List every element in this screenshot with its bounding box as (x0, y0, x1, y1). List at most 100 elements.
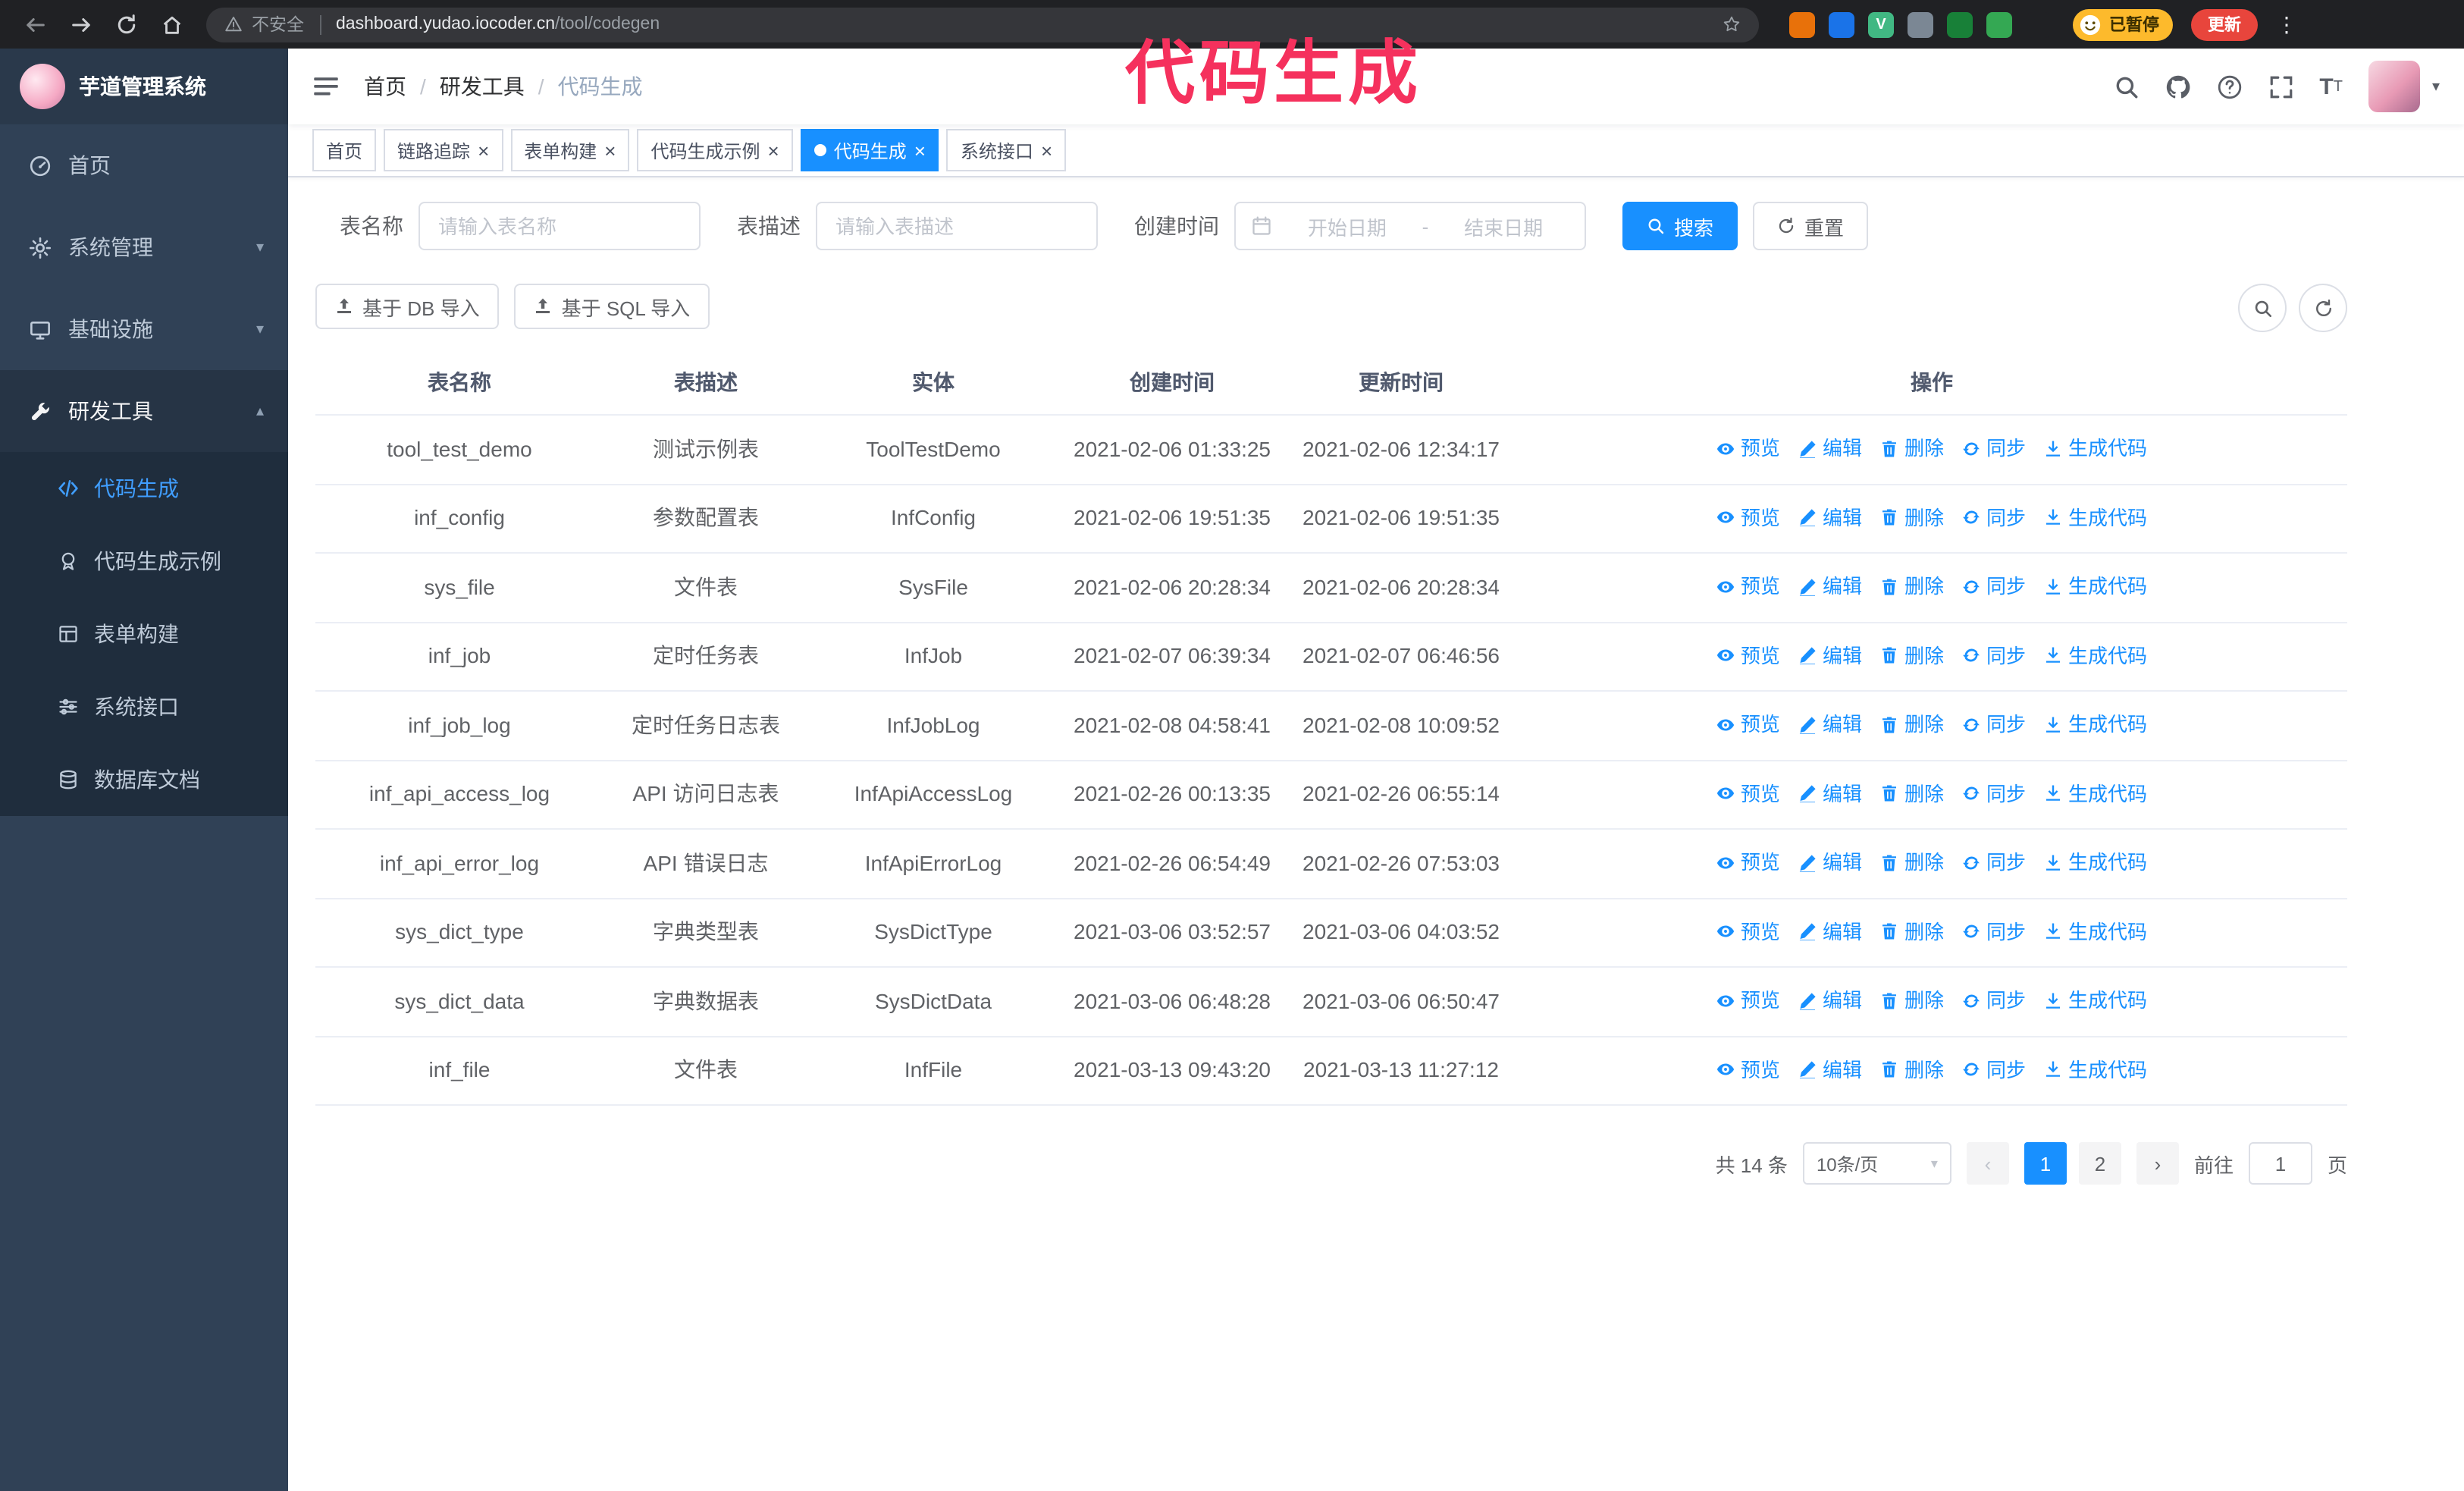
user-avatar[interactable] (2368, 61, 2420, 112)
action-generate-code[interactable]: 生成代码 (2044, 845, 2147, 880)
extension-people[interactable] (1908, 11, 1933, 37)
bookmark-star-icon[interactable] (1723, 15, 1741, 33)
extension-vue[interactable]: V (1868, 11, 1894, 37)
update-button[interactable]: 更新 (2191, 8, 2258, 40)
search-button[interactable]: 搜索 (1622, 202, 1738, 250)
action-delete[interactable]: 删除 (1880, 638, 1944, 673)
page-button-2[interactable]: 2 (2078, 1142, 2121, 1185)
prev-page-button[interactable]: ‹ (1966, 1142, 2009, 1185)
action-sync[interactable]: 同步 (1962, 500, 2026, 535)
extension-orange[interactable] (1789, 11, 1815, 37)
font-size-icon[interactable]: TT (2319, 74, 2343, 99)
action-preview[interactable]: 预览 (1716, 569, 1780, 604)
sidebar-subitem-3[interactable]: 系统接口 (0, 670, 288, 743)
action-delete[interactable]: 删除 (1880, 983, 1944, 1018)
table-desc-input[interactable] (816, 202, 1098, 250)
action-sync[interactable]: 同步 (1962, 707, 2026, 742)
hamburger-icon[interactable] (312, 73, 340, 100)
action-edit[interactable]: 编辑 (1798, 569, 1862, 604)
next-page-button[interactable]: › (2136, 1142, 2179, 1185)
action-preview[interactable]: 预览 (1716, 776, 1780, 811)
action-generate-code[interactable]: 生成代码 (2044, 983, 2147, 1018)
sidebar-subitem-4[interactable]: 数据库文档 (0, 743, 288, 816)
tab-3[interactable]: 代码生成示例 × (637, 129, 793, 171)
action-preview[interactable]: 预览 (1716, 707, 1780, 742)
reload-button[interactable] (106, 5, 146, 44)
sidebar-subitem-1[interactable]: 代码生成示例 (0, 525, 288, 598)
reset-button[interactable]: 重置 (1753, 202, 1869, 250)
action-delete[interactable]: 删除 (1880, 845, 1944, 880)
sidebar-subitem-2[interactable]: 表单构建 (0, 598, 288, 670)
action-delete[interactable]: 删除 (1880, 431, 1944, 466)
search-icon[interactable] (2113, 74, 2139, 99)
sidebar-item-1[interactable]: 系统管理 ▾ (0, 206, 288, 288)
chevron-down-icon[interactable]: ▾ (2432, 78, 2440, 95)
action-generate-code[interactable]: 生成代码 (2044, 500, 2147, 535)
action-delete[interactable]: 删除 (1880, 914, 1944, 949)
extension-leaf[interactable] (1986, 11, 2012, 37)
action-edit[interactable]: 编辑 (1798, 845, 1862, 880)
sidebar-subitem-0[interactable]: 代码生成 (0, 452, 288, 525)
close-icon[interactable]: × (604, 140, 616, 160)
extension-blue[interactable] (1829, 11, 1854, 37)
action-preview[interactable]: 预览 (1716, 1052, 1780, 1087)
action-edit[interactable]: 编辑 (1798, 1052, 1862, 1087)
tab-0[interactable]: 首页 (312, 129, 377, 171)
action-delete[interactable]: 删除 (1880, 569, 1944, 604)
action-sync[interactable]: 同步 (1962, 845, 2026, 880)
action-preview[interactable]: 预览 (1716, 431, 1780, 466)
action-edit[interactable]: 编辑 (1798, 707, 1862, 742)
action-sync[interactable]: 同步 (1962, 776, 2026, 811)
close-icon[interactable]: × (768, 140, 779, 160)
extension-paw[interactable] (2026, 11, 2052, 37)
action-sync[interactable]: 同步 (1962, 983, 2026, 1018)
kebab-menu-icon[interactable]: ⋮ (2276, 11, 2297, 37)
action-edit[interactable]: 编辑 (1798, 638, 1862, 673)
action-delete[interactable]: 删除 (1880, 500, 1944, 535)
action-generate-code[interactable]: 生成代码 (2044, 638, 2147, 673)
action-sync[interactable]: 同步 (1962, 914, 2026, 949)
help-icon[interactable] (2216, 74, 2242, 99)
logo[interactable]: 芋道管理系统 (0, 49, 288, 124)
action-delete[interactable]: 删除 (1880, 776, 1944, 811)
date-range-picker[interactable]: 开始日期 - 结束日期 (1234, 202, 1586, 250)
toggle-search-button[interactable] (2238, 284, 2287, 332)
github-icon[interactable] (2165, 74, 2190, 99)
home-button[interactable] (152, 5, 191, 44)
action-preview[interactable]: 预览 (1716, 500, 1780, 535)
sidebar-item-3[interactable]: 研发工具 ▴ (0, 370, 288, 452)
close-icon[interactable]: × (478, 140, 489, 160)
back-button[interactable] (15, 5, 55, 44)
action-sync[interactable]: 同步 (1962, 638, 2026, 673)
action-sync[interactable]: 同步 (1962, 1052, 2026, 1087)
action-sync[interactable]: 同步 (1962, 569, 2026, 604)
tab-4[interactable]: 代码生成 × (800, 129, 939, 171)
action-generate-code[interactable]: 生成代码 (2044, 431, 2147, 466)
goto-page-input[interactable] (2248, 1142, 2312, 1185)
import-db-button[interactable]: 基于 DB 导入 (315, 284, 500, 329)
sidebar-item-2[interactable]: 基础设施 ▾ (0, 288, 288, 370)
action-edit[interactable]: 编辑 (1798, 776, 1862, 811)
paused-badge[interactable]: 已暂停 (2073, 8, 2173, 40)
action-preview[interactable]: 预览 (1716, 638, 1780, 673)
action-sync[interactable]: 同步 (1962, 431, 2026, 466)
table-name-input[interactable] (419, 202, 701, 250)
sidebar-item-0[interactable]: 首页 (0, 124, 288, 206)
action-edit[interactable]: 编辑 (1798, 983, 1862, 1018)
action-generate-code[interactable]: 生成代码 (2044, 914, 2147, 949)
close-icon[interactable]: × (914, 140, 926, 160)
close-icon[interactable]: × (1041, 140, 1052, 160)
action-preview[interactable]: 预览 (1716, 983, 1780, 1018)
action-generate-code[interactable]: 生成代码 (2044, 1052, 2147, 1087)
page-button-1[interactable]: 1 (2024, 1142, 2067, 1185)
tab-5[interactable]: 系统接口 × (946, 129, 1067, 171)
fullscreen-icon[interactable] (2268, 74, 2293, 99)
import-sql-button[interactable]: 基于 SQL 导入 (514, 284, 710, 329)
action-preview[interactable]: 预览 (1716, 845, 1780, 880)
refresh-table-button[interactable] (2299, 284, 2347, 332)
address-bar[interactable]: 不安全 dashboard.yudao.iocoder.cn/tool/code… (206, 7, 1759, 42)
breadcrumb-item[interactable]: 首页 (364, 71, 406, 102)
action-delete[interactable]: 删除 (1880, 1052, 1944, 1087)
action-edit[interactable]: 编辑 (1798, 500, 1862, 535)
action-edit[interactable]: 编辑 (1798, 431, 1862, 466)
